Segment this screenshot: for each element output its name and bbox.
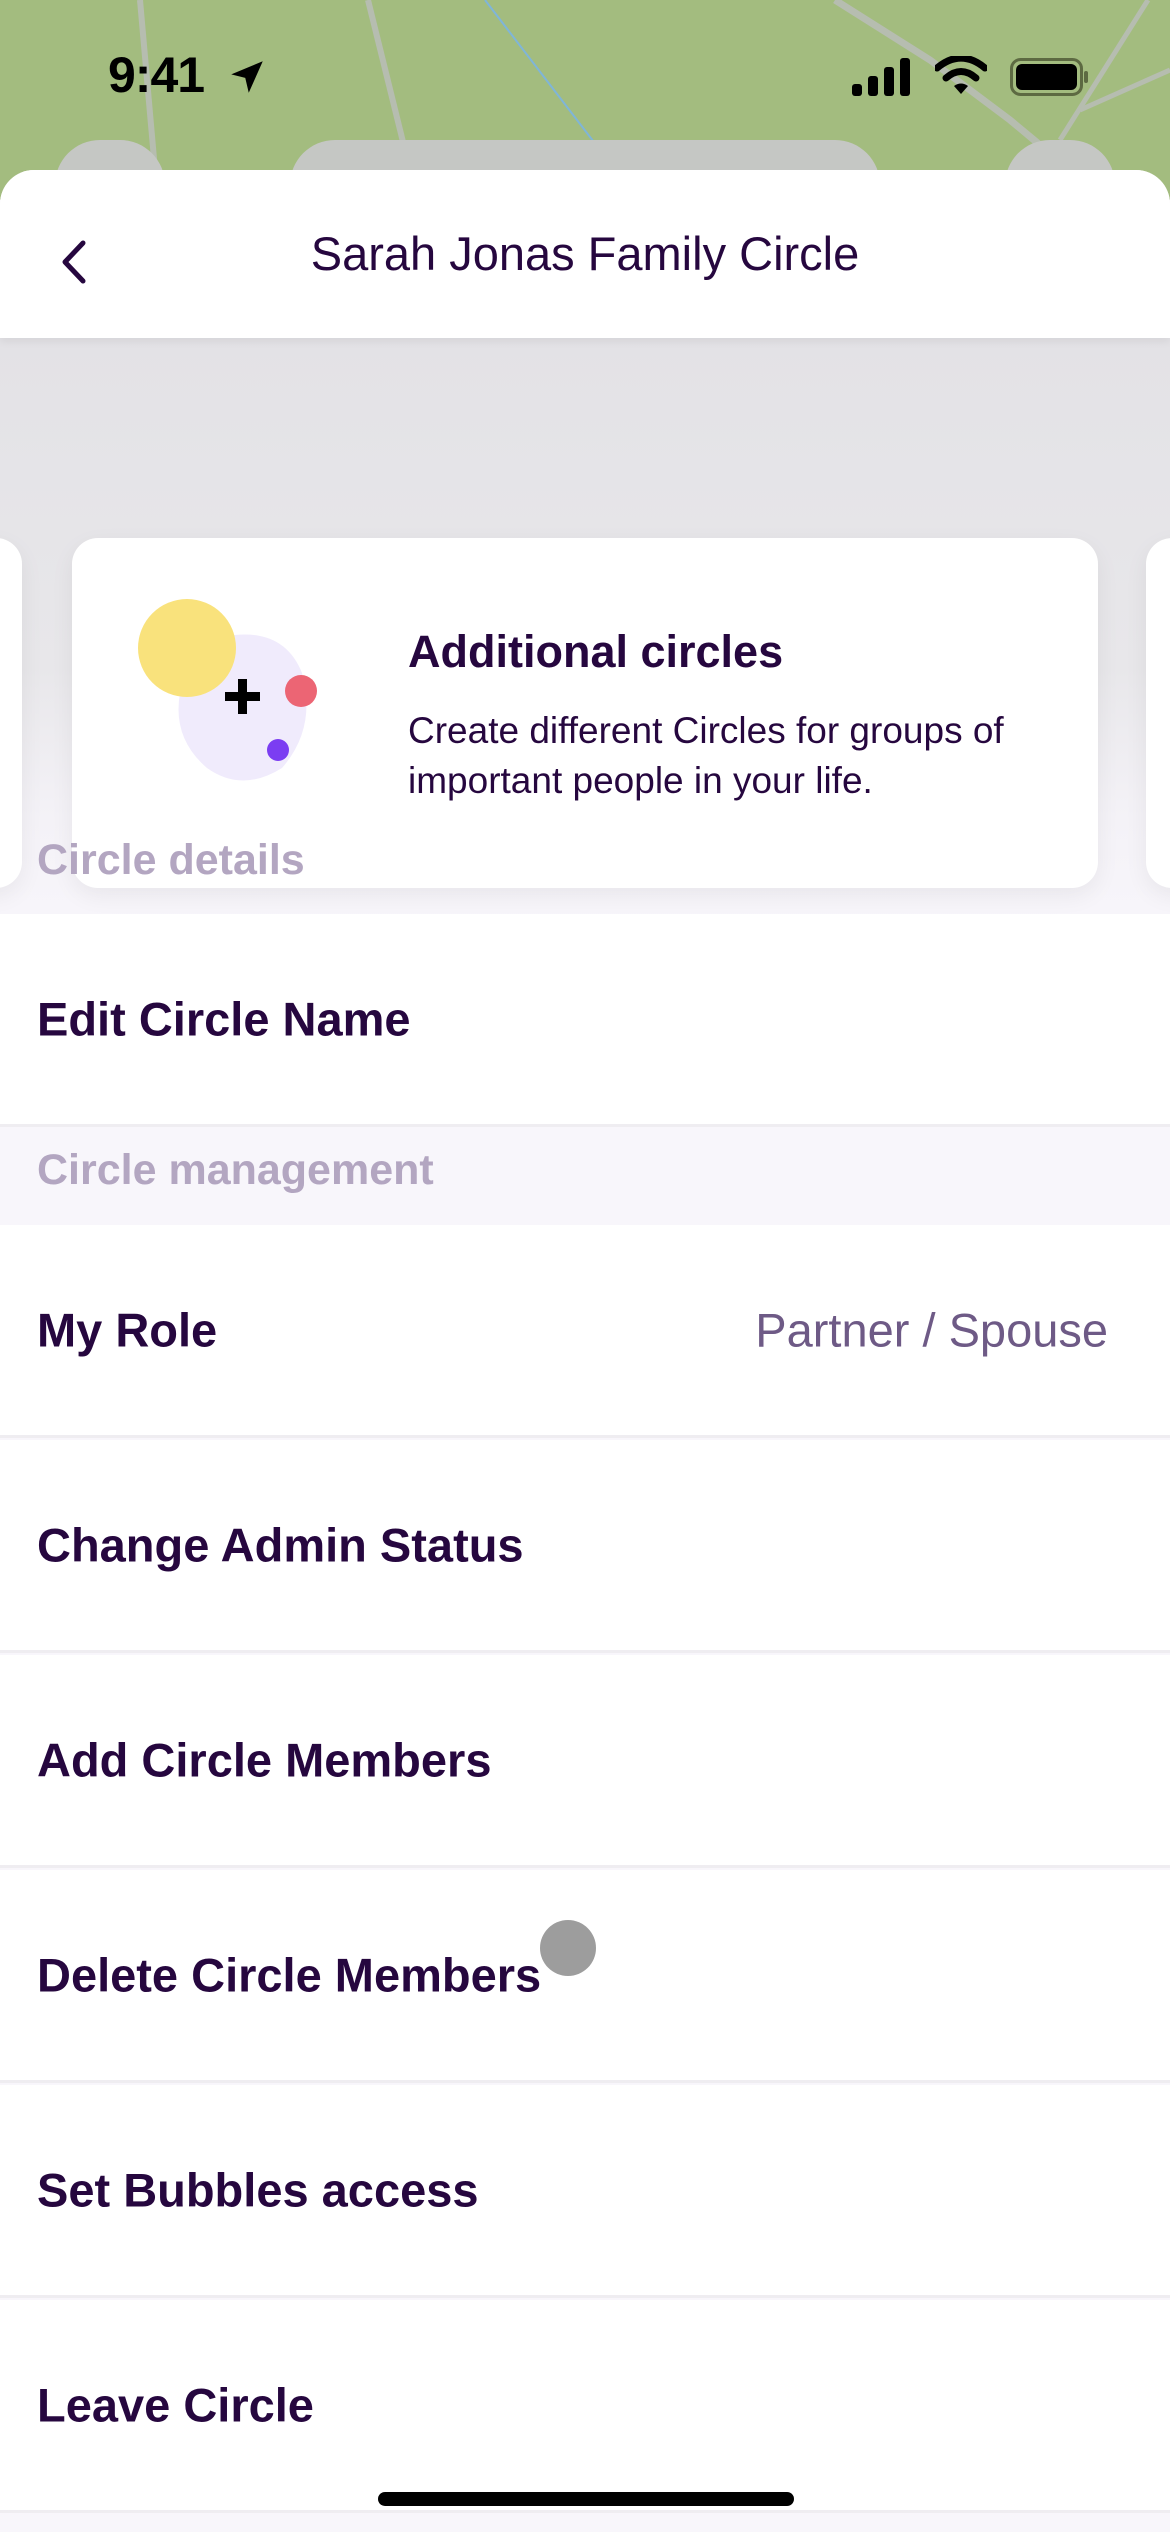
status-bar: 9:41: [0, 0, 1170, 150]
row-set-bubbles-access[interactable]: Set Bubbles access: [0, 2085, 1170, 2298]
row-label: Edit Circle Name: [37, 992, 411, 1046]
carousel-card-next[interactable]: [1146, 538, 1170, 888]
touch-indicator: [540, 1920, 596, 1976]
card-description: Create different Circles for groups of i…: [408, 710, 1004, 801]
section-header-circle-details: Circle details: [37, 836, 305, 884]
battery-icon: [1010, 58, 1088, 96]
add-circles-illustration: [138, 599, 317, 781]
row-label: Leave Circle: [37, 2378, 314, 2432]
signal-icon: [852, 58, 910, 96]
home-indicator[interactable]: [378, 2492, 794, 2506]
row-edit-circle-name[interactable]: Edit Circle Name: [0, 914, 1170, 1127]
row-change-admin-status[interactable]: Change Admin Status: [0, 1440, 1170, 1653]
role-value: Partner / Spouse: [755, 1303, 1108, 1357]
location-arrow-icon: [231, 61, 263, 93]
card-title: Additional circles: [408, 626, 784, 677]
wifi-icon: [935, 56, 987, 94]
row-delete-circle-members[interactable]: Delete Circle Members: [0, 1870, 1170, 2083]
row-my-role[interactable]: My Role Partner / Spouse: [0, 1225, 1170, 1438]
page-title: Sarah Jonas Family Circle: [310, 227, 860, 280]
row-leave-circle[interactable]: Leave Circle: [0, 2300, 1170, 2513]
row-label: Change Admin Status: [37, 1518, 524, 1572]
status-time: 9:41: [108, 47, 205, 103]
row-add-circle-members[interactable]: Add Circle Members: [0, 1655, 1170, 1868]
row-label: Set Bubbles access: [37, 2163, 479, 2217]
circle-settings-sheet: Sarah Jonas Family Circle Additional cir…: [0, 170, 1170, 2532]
section-header-circle-management: Circle management: [37, 1146, 434, 1194]
row-label: My Role: [37, 1303, 218, 1357]
row-label: Add Circle Members: [37, 1733, 492, 1787]
nav-header: Sarah Jonas Family Circle: [0, 170, 1170, 338]
carousel-card-previous[interactable]: [0, 538, 22, 888]
row-label: Delete Circle Members: [37, 1948, 542, 2002]
